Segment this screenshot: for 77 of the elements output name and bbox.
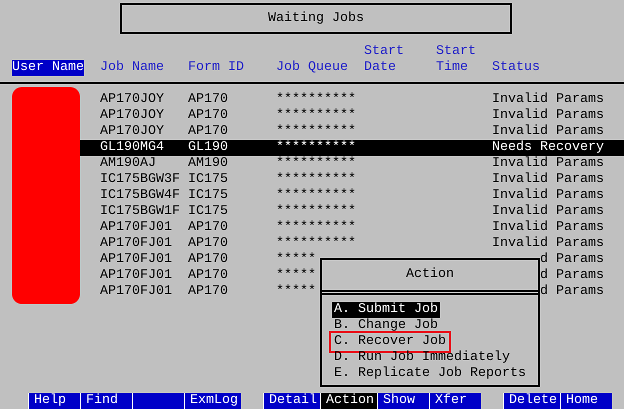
table-cell-text: AP170FJ01 [100, 236, 173, 252]
function-key[interactable]: ExmLog [184, 393, 241, 409]
table-cell: d Params [540, 252, 604, 268]
table-cell-text: AP170 [188, 108, 229, 124]
table-cell-text: AP170 [188, 284, 229, 300]
table-cell-text: AP170 [188, 124, 229, 140]
table-cell-text: AP170 [188, 220, 229, 236]
function-key[interactable]: Find [80, 393, 132, 409]
column-header[interactable]: Start Time [436, 44, 492, 76]
column-header[interactable]: Status [492, 60, 540, 76]
function-key[interactable]: Action [320, 393, 377, 409]
column-header[interactable]: Job Queue [276, 60, 348, 76]
table-cell: Invalid Params [492, 124, 604, 140]
table-cell-text: AM190 [188, 156, 229, 172]
table-cell-text: AP170JOY [100, 92, 165, 108]
table-cell-text: ***** [276, 252, 317, 268]
screen-title: Waiting Jobs [268, 11, 364, 26]
column-header[interactable]: Start Date [364, 44, 436, 76]
table-cell-text: AP170 [188, 252, 229, 268]
table-cell-text: AP170FJ01 [100, 252, 173, 268]
table-cell-text: AP170FJ01 [100, 284, 173, 300]
table-cell-text: AP170 [188, 236, 229, 252]
table-cell-text: ********** [276, 188, 357, 204]
table-cell-text: ********** [276, 220, 357, 236]
column-header[interactable]: User Name [12, 60, 84, 76]
function-key[interactable]: Home [560, 393, 612, 409]
table-cell: Invalid Params [492, 188, 604, 204]
table-cell: Invalid Params [492, 156, 604, 172]
table-cell: Invalid Params [492, 172, 604, 188]
table-cell-text: ********** [276, 140, 357, 156]
table-cell-text: ********** [276, 204, 357, 220]
selected-row[interactable]: GL190MG4 GL190 ********** Needs Recovery [80, 140, 624, 156]
function-key[interactable]: Help [28, 393, 80, 409]
menu-item[interactable]: C. Recover Job [332, 334, 448, 350]
table-cell-text: AP170 [188, 268, 229, 284]
table-cell-text: AP170 [188, 92, 229, 108]
blank-function-key[interactable] [132, 393, 184, 409]
function-key[interactable]: Delete [503, 393, 560, 409]
table-cell-text: ********** [276, 156, 357, 172]
table-cell-text: IC175 [188, 188, 229, 204]
function-key[interactable]: Xfer [429, 393, 481, 409]
table-cell-text: AM190AJ [100, 156, 157, 172]
table-cell-text: ***** [276, 284, 317, 300]
table-cell-text: IC175 [188, 172, 229, 188]
function-key[interactable]: Detail [263, 393, 320, 409]
table-cell-text: GL190MG4 [100, 140, 165, 156]
menu-item[interactable]: E. Replicate Job Reports [332, 366, 528, 382]
table-cell-text: ********** [276, 124, 357, 140]
table-cell-text: AP170FJ01 [100, 220, 173, 236]
table-cell: Invalid Params [492, 204, 604, 220]
table-cell-text: ********** [276, 236, 357, 252]
popup-title: Action [406, 267, 454, 282]
table-cell-text: AP170FJ01 [100, 268, 173, 284]
table-cell-text: ***** [276, 268, 317, 284]
table-cell-text: IC175 [188, 204, 229, 220]
table-cell: Invalid Params [492, 108, 604, 124]
table-cell: d Params [540, 268, 604, 284]
menu-item[interactable]: B. Change Job [332, 318, 440, 334]
table-cell-text: AP170JOY [100, 124, 165, 140]
function-key[interactable]: Show [377, 393, 429, 409]
table-cell-text: IC175BGW4F [100, 188, 181, 204]
table-cell: Invalid Params [492, 92, 604, 108]
menu-item[interactable]: A. Submit Job [332, 302, 440, 318]
table-cell: d Params [540, 284, 604, 300]
table-cell-text: IC175BGW1F [100, 204, 181, 220]
table-cell: Needs Recovery [492, 140, 604, 156]
table-cell-text: ********** [276, 172, 357, 188]
table-cell-text: ********** [276, 92, 357, 108]
table-cell: Invalid Params [492, 236, 604, 252]
table-cell: Invalid Params [492, 220, 604, 236]
column-header[interactable]: Job Name [100, 60, 164, 76]
table-cell-text: IC175BGW3F [100, 172, 181, 188]
table-cell-text: GL190 [188, 140, 229, 156]
table-cell-text: ********** [276, 108, 357, 124]
table-cell-text: AP170JOY [100, 108, 165, 124]
column-header[interactable]: Form ID [188, 60, 244, 76]
menu-item[interactable]: D. Run Job Immediately [332, 350, 512, 366]
